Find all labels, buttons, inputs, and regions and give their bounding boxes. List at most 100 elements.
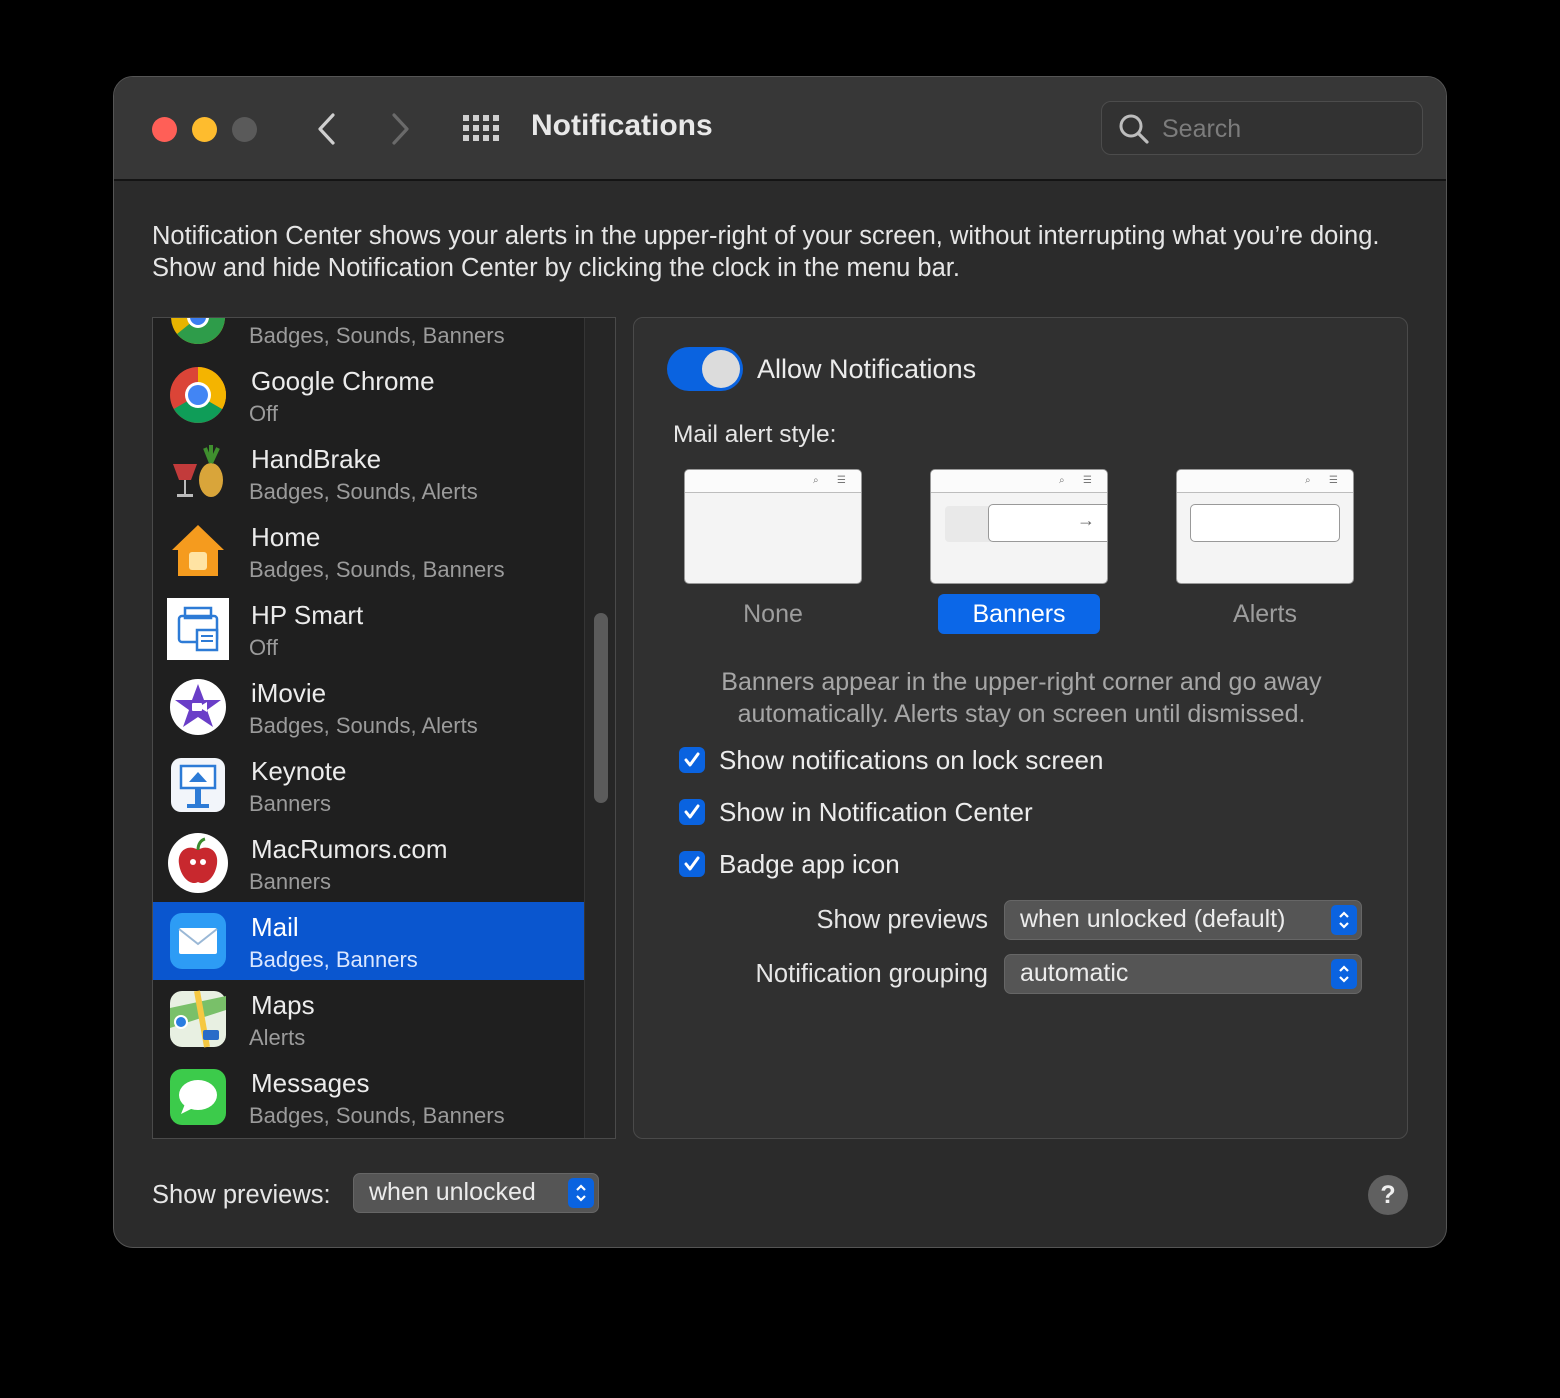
preview-menubar <box>685 470 861 493</box>
show-previews-popup[interactable]: when unlocked (default) <box>1004 900 1362 940</box>
app-name: Keynote <box>251 756 347 786</box>
back-button[interactable] <box>307 107 347 151</box>
app-name: Messages <box>251 1068 370 1098</box>
app-status: Badges, Sounds, Banners <box>249 557 505 582</box>
zoom-button[interactable] <box>232 117 257 142</box>
list-item[interactable]: Messages Badges, Sounds, Banners <box>153 1058 585 1136</box>
list-item[interactable]: Maps Alerts <box>153 980 585 1058</box>
app-name: HP Smart <box>251 600 364 630</box>
list-item[interactable]: MacRumors.com Banners <box>153 824 585 902</box>
updown-arrows-icon <box>1331 905 1357 935</box>
macrumors-icon <box>168 833 228 893</box>
app-name: Google Chrome <box>251 366 435 396</box>
badge-icon-checkbox[interactable] <box>679 851 705 877</box>
app-status: Badges, Sounds, Banners <box>249 323 505 348</box>
alert-box <box>1190 504 1340 542</box>
app-partial-icon <box>171 318 225 345</box>
list-item[interactable]: Keynote Banners <box>153 746 585 824</box>
window-title: Notifications <box>531 109 713 142</box>
lock-screen-checkbox[interactable] <box>679 747 705 773</box>
footer-show-previews-popup[interactable]: when unlocked <box>353 1173 599 1213</box>
list-item[interactable]: Home Badges, Sounds, Banners <box>153 512 585 590</box>
allow-notifications-toggle[interactable] <box>667 347 743 391</box>
toggle-knob <box>702 350 740 388</box>
search-field[interactable] <box>1101 101 1423 155</box>
description-text: Notification Center shows your alerts in… <box>152 222 1380 282</box>
app-name: Maps <box>251 990 315 1020</box>
preview-menubar <box>1177 470 1353 493</box>
style-banners-label[interactable]: Banners <box>938 594 1100 634</box>
mini-control-icon: ☰ <box>1329 475 1338 486</box>
chrome-icon <box>170 367 226 423</box>
mini-search-icon: ⌕ <box>813 475 819 486</box>
show-previews-label: Show previews <box>816 906 989 934</box>
app-status: Banners <box>249 869 331 894</box>
checkmark-icon <box>684 752 700 767</box>
mini-control-icon: ☰ <box>1083 475 1092 486</box>
lock-screen-label[interactable]: Show notifications on lock screen <box>719 745 1103 776</box>
badge-icon-label[interactable]: Badge app icon <box>719 849 900 880</box>
app-status: Badges, Sounds, Alerts <box>249 713 478 738</box>
preferences-window: Notifications Notification Center shows … <box>113 76 1447 1248</box>
home-icon <box>172 525 224 576</box>
grouping-popup[interactable]: automatic <box>1004 954 1362 994</box>
style-alerts-label[interactable]: Alerts <box>1184 594 1346 634</box>
updown-arrows-icon <box>568 1178 594 1208</box>
grouping-label: Notification grouping <box>755 960 988 988</box>
mini-control-icon: ☰ <box>837 475 846 486</box>
title-bar: Notifications <box>114 77 1446 181</box>
mini-search-icon: ⌕ <box>1305 475 1311 486</box>
list-item[interactable]: iMovie Badges, Sounds, Alerts <box>153 668 585 746</box>
help-button[interactable]: ? <box>1368 1175 1408 1215</box>
style-none-label[interactable]: None <box>692 594 854 634</box>
close-button[interactable] <box>152 117 177 142</box>
app-name: Mail <box>251 912 299 942</box>
style-none-preview[interactable]: ⌕ ☰ <box>684 469 862 584</box>
style-help-text: Banners appear in the upper-right corner… <box>721 668 1322 728</box>
app-name: MacRumors.com <box>251 834 448 864</box>
chevron-left-icon <box>318 113 335 145</box>
chevron-right-icon <box>392 113 409 145</box>
forward-button[interactable] <box>380 107 420 151</box>
list-item-selected[interactable]: Mail Badges, Banners <box>153 902 585 980</box>
grouping-value: automatic <box>1020 959 1129 987</box>
app-status: Banners <box>249 791 331 816</box>
scrollbar-thumb[interactable] <box>594 613 608 803</box>
style-alerts-preview[interactable]: ⌕ ☰ <box>1176 469 1354 584</box>
list-item[interactable]: Google Chrome Off <box>153 356 585 434</box>
maps-icon <box>170 990 226 1048</box>
arrow-right-icon: → <box>1077 510 1095 530</box>
app-name: iMovie <box>251 678 327 708</box>
app-status: Badges, Sounds, Banners <box>249 1103 505 1128</box>
preview-menubar <box>931 470 1107 493</box>
list-item[interactable]: HP Smart Off <box>153 590 585 668</box>
mini-search-icon: ⌕ <box>1059 475 1065 486</box>
minimize-button[interactable] <box>192 117 217 142</box>
footer-show-previews-value: when unlocked <box>369 1178 536 1206</box>
app-status: Off <box>249 401 278 426</box>
allow-notifications-label: Allow Notifications <box>757 354 977 384</box>
list-scrollbar[interactable] <box>584 318 615 1138</box>
show-all-button[interactable] <box>462 107 502 151</box>
notification-center-label[interactable]: Show in Notification Center <box>719 797 1033 828</box>
app-list[interactable]: Badges, Sounds, Banners Google Chrome Of… <box>152 317 616 1139</box>
grid-icon <box>463 115 499 141</box>
style-banners-preview[interactable]: ⌕ ☰ → <box>930 469 1108 584</box>
app-status: Badges, Sounds, Alerts <box>249 479 478 504</box>
checkmark-icon <box>684 856 700 871</box>
detail-panel: Allow Notifications Mail alert style: ⌕ … <box>633 317 1408 1139</box>
list-item[interactable]: Badges, Sounds, Banners <box>153 318 585 356</box>
hp-smart-icon <box>167 598 229 660</box>
search-input[interactable] <box>1160 110 1414 148</box>
messages-icon <box>170 1069 226 1125</box>
footer-show-previews-label: Show previews: <box>152 1181 331 1209</box>
alert-style-label: Mail alert style: <box>673 421 837 448</box>
list-item[interactable]: HandBrake Badges, Sounds, Alerts <box>153 434 585 512</box>
app-status: Off <box>249 635 278 660</box>
handbrake-icon <box>173 445 223 497</box>
notification-center-checkbox[interactable] <box>679 799 705 825</box>
imovie-icon <box>170 679 226 735</box>
app-name: HandBrake <box>251 444 382 474</box>
app-status: Alerts <box>249 1025 306 1050</box>
keynote-icon <box>171 758 225 812</box>
